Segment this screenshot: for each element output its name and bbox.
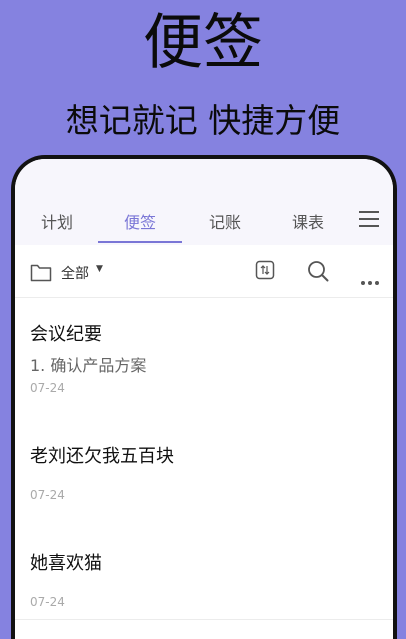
promo-subtitle: 想记就记 快捷方便 [65, 101, 341, 140]
chevron-down-icon[interactable]: ▼ [96, 264, 103, 274]
active-tab-indicator [98, 241, 182, 243]
tab-schedule[interactable]: 课表 [273, 209, 343, 233]
note-date: 07-24 [30, 595, 65, 609]
sort-icon[interactable] [255, 260, 275, 280]
folder-icon[interactable] [30, 263, 52, 282]
note-preview: 1. 确认产品方案 [30, 356, 147, 375]
more-options-icon[interactable] [361, 270, 382, 289]
note-title: 老刘还欠我五百块 [30, 446, 174, 467]
filter-dropdown[interactable]: 全部 [61, 263, 89, 283]
tab-plan[interactable]: 计划 [22, 209, 92, 233]
tab-notes[interactable]: 便签 [105, 209, 175, 233]
promo-title: 便签 [143, 8, 263, 78]
search-icon[interactable] [307, 260, 329, 282]
note-title: 她喜欢猫 [30, 553, 102, 574]
note-date: 07-24 [30, 488, 65, 502]
note-item[interactable]: 老刘还欠我五百块 07-24 [15, 405, 393, 513]
toolbar: 全部 ▼ [15, 245, 393, 298]
top-bar: 计划 便签 记账 课表 [15, 159, 393, 245]
tab-bar: 计划 便签 记账 课表 [15, 199, 393, 245]
note-title: 会议纪要 [30, 324, 102, 345]
tab-accounting[interactable]: 记账 [190, 209, 260, 233]
note-date: 07-24 [30, 381, 65, 395]
phone-frame: 计划 便签 记账 课表 全部 ▼ 会议纪要 1. 确认产品方案 07-24 老刘… [11, 155, 397, 639]
note-item[interactable]: 她喜欢猫 07-24 [15, 512, 393, 620]
menu-icon[interactable] [359, 211, 379, 229]
note-item[interactable]: 会议纪要 1. 确认产品方案 07-24 [15, 298, 393, 406]
